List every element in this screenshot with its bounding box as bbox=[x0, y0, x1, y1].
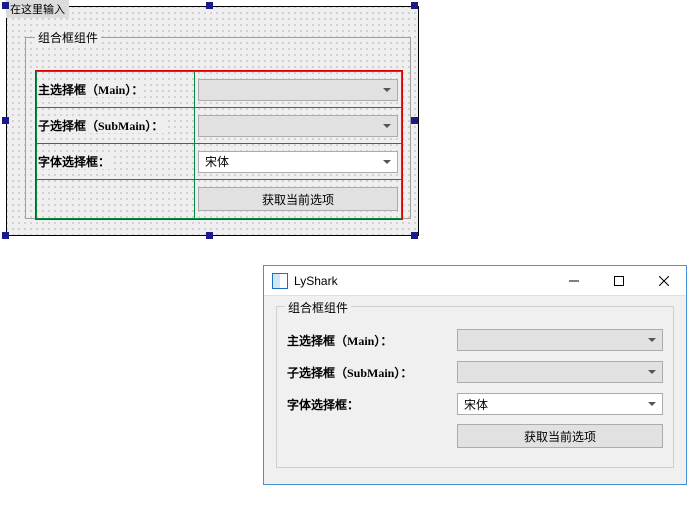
sub-combo-designer[interactable] bbox=[198, 115, 398, 137]
runtime-window: LyShark 组合框组件 主选择框（Main）： 子选择框（SubMain）： bbox=[263, 265, 687, 485]
main-combo[interactable] bbox=[457, 329, 663, 351]
titlebar[interactable]: LyShark bbox=[264, 266, 686, 296]
font-combo[interactable]: 宋体 bbox=[457, 393, 663, 415]
row-button: 获取当前选项 bbox=[287, 423, 663, 449]
font-combo-label: 字体选择框： bbox=[287, 396, 457, 413]
close-button[interactable] bbox=[641, 266, 686, 296]
sub-combo[interactable] bbox=[457, 361, 663, 383]
designer-canvas[interactable]: 在这里输入 组合框组件 主选择框（Main）： 子选择框（SubMain）： bbox=[6, 6, 419, 236]
main-combo-label: 主选择框（Main）： bbox=[287, 332, 457, 349]
layout-selection-outline: 主选择框（Main）： 子选择框（SubMain）： bbox=[35, 70, 403, 220]
chevron-down-icon bbox=[383, 124, 391, 128]
app-icon bbox=[272, 273, 288, 289]
groupbox-designer[interactable]: 组合框组件 主选择框（Main）： 子选择框（SubMain）： bbox=[25, 29, 411, 219]
resize-handle[interactable] bbox=[206, 232, 213, 239]
window-title: LyShark bbox=[294, 274, 551, 288]
chevron-down-icon bbox=[383, 160, 391, 164]
font-combo-value: 宋体 bbox=[205, 153, 229, 170]
sub-combo-label: 子选择框（SubMain）： bbox=[37, 119, 164, 133]
chevron-down-icon bbox=[648, 370, 656, 374]
chevron-down-icon bbox=[648, 338, 656, 342]
font-combo-designer[interactable]: 宋体 bbox=[198, 151, 398, 173]
groupbox-runtime-title: 组合框组件 bbox=[285, 299, 351, 316]
main-combo-label: 主选择框（Main）： bbox=[37, 83, 144, 97]
get-current-button-designer[interactable]: 获取当前选项 bbox=[198, 187, 398, 211]
main-combo-designer[interactable] bbox=[198, 79, 398, 101]
maximize-icon bbox=[614, 276, 624, 286]
row-main: 主选择框（Main）： bbox=[287, 327, 663, 353]
row-sub: 子选择框（SubMain）： bbox=[287, 359, 663, 385]
minimize-button[interactable] bbox=[551, 266, 596, 296]
groupbox-runtime: 组合框组件 主选择框（Main）： 子选择框（SubMain）： 字体选择框： … bbox=[276, 306, 674, 468]
form-layout-grid: 主选择框（Main）： 子选择框（SubMain）： bbox=[36, 71, 402, 219]
sub-combo-label: 子选择框（SubMain）： bbox=[287, 364, 457, 381]
resize-handle[interactable] bbox=[2, 232, 9, 239]
resize-handle[interactable] bbox=[411, 117, 418, 124]
close-icon bbox=[659, 276, 669, 286]
minimize-icon bbox=[569, 276, 579, 286]
resize-handle[interactable] bbox=[411, 2, 418, 9]
font-combo-value: 宋体 bbox=[464, 396, 488, 413]
maximize-button[interactable] bbox=[596, 266, 641, 296]
chevron-down-icon bbox=[383, 88, 391, 92]
resize-handle[interactable] bbox=[2, 2, 9, 9]
row-font: 字体选择框： 宋体 bbox=[287, 391, 663, 417]
resize-handle[interactable] bbox=[2, 117, 9, 124]
font-combo-label: 字体选择框： bbox=[37, 155, 111, 169]
resize-handle[interactable] bbox=[206, 2, 213, 9]
chevron-down-icon bbox=[648, 402, 656, 406]
groupbox-designer-title: 组合框组件 bbox=[35, 29, 101, 46]
client-area: 组合框组件 主选择框（Main）： 子选择框（SubMain）： 字体选择框： … bbox=[264, 296, 686, 484]
resize-handle[interactable] bbox=[411, 232, 418, 239]
get-current-button[interactable]: 获取当前选项 bbox=[457, 424, 663, 448]
designer-placeholder-label: 在这里输入 bbox=[6, 0, 69, 18]
